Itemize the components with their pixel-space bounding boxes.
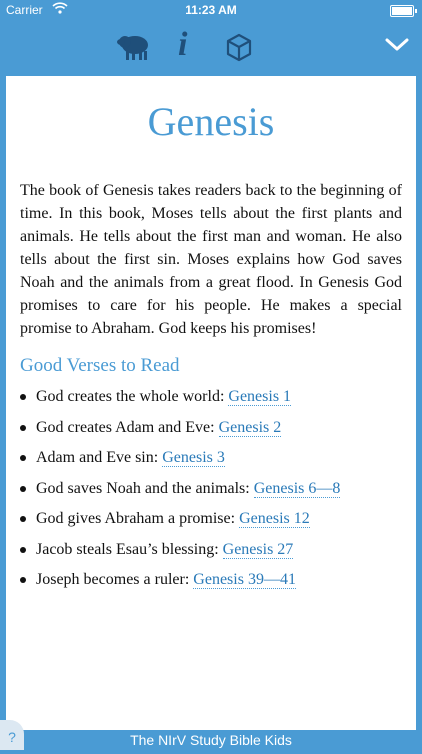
chevron-down-icon[interactable] bbox=[384, 36, 410, 59]
verse-link[interactable]: Genesis 12 bbox=[239, 510, 310, 528]
list-item: God gives Abraham a promise: Genesis 12 bbox=[20, 508, 402, 539]
cube-icon[interactable] bbox=[224, 32, 254, 67]
clock: 11:23 AM bbox=[185, 3, 237, 17]
verse-link[interactable]: Genesis 39—41 bbox=[193, 571, 296, 589]
verse-text: Adam and Eve sin: bbox=[36, 449, 163, 466]
help-button[interactable]: ? bbox=[0, 720, 24, 750]
toolbar: i bbox=[0, 20, 422, 76]
battery-icon bbox=[390, 5, 417, 17]
page-title: Genesis bbox=[147, 99, 275, 144]
verse-text: God gives Abraham a promise: bbox=[36, 510, 240, 527]
footer-title: The NIrV Study Bible Kids bbox=[0, 730, 422, 750]
bullet bbox=[20, 455, 26, 461]
verse-text: God creates the whole world: bbox=[36, 388, 229, 405]
bullet bbox=[20, 516, 26, 522]
bullet bbox=[20, 546, 26, 553]
verse-link[interactable]: Genesis 1 bbox=[228, 388, 292, 406]
verse-link[interactable]: Genesis 6—8 bbox=[253, 479, 341, 498]
bullet bbox=[20, 577, 26, 583]
bullet bbox=[20, 424, 26, 431]
bullet bbox=[20, 394, 26, 400]
verse-list: God creates the whole world: Genesis 1 G… bbox=[20, 386, 402, 600]
list-item: Adam and Eve sin: Genesis 3 bbox=[20, 447, 402, 478]
list-item: God creates the whole world: Genesis 1 bbox=[20, 386, 402, 417]
verse-text: Jacob steals Esau’s blessing: bbox=[36, 540, 223, 558]
list-item: God saves Noah and the animals: Genesis … bbox=[20, 478, 402, 509]
verse-text: God saves Noah and the animals: bbox=[36, 479, 254, 497]
list-item: Jacob steals Esau’s blessing: Genesis 27 bbox=[20, 539, 402, 570]
info-icon[interactable]: i bbox=[178, 26, 187, 64]
article-panel: Genesis The book of Genesis takes reader… bbox=[6, 76, 416, 730]
status-bar: Carrier 11:23 AM bbox=[0, 0, 422, 20]
section-title: Good Verses to Read bbox=[20, 355, 180, 376]
verse-text: Joseph becomes a ruler: bbox=[36, 571, 194, 588]
intro-paragraph: The book of Genesis takes readers back t… bbox=[20, 182, 402, 337]
list-item: God creates Adam and Eve: Genesis 2 bbox=[20, 417, 402, 448]
verse-link[interactable]: Genesis 3 bbox=[162, 449, 225, 467]
verse-link[interactable]: Genesis 27 bbox=[222, 540, 294, 559]
bullet bbox=[20, 485, 26, 492]
list-item: Joseph becomes a ruler: Genesis 39—41 bbox=[20, 569, 402, 600]
verse-text: God creates Adam and Eve: bbox=[36, 418, 219, 436]
sheep-icon[interactable] bbox=[116, 32, 152, 67]
verse-link[interactable]: Genesis 2 bbox=[218, 418, 282, 437]
